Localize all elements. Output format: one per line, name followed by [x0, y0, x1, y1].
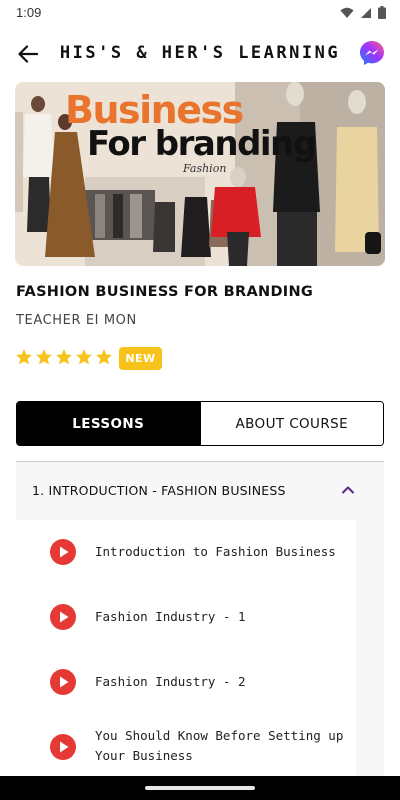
course-tabs: LESSONS ABOUT COURSE	[16, 401, 384, 446]
app-title: HIS'S & HER'S LEARNING	[59, 43, 341, 63]
tab-lessons[interactable]: LESSONS	[17, 402, 200, 445]
lesson-label: Introduction to Fashion Business	[95, 544, 336, 559]
course-banner: Business For branding Fashion	[15, 82, 385, 266]
lesson-item[interactable]: Fashion Industry - 1	[16, 587, 356, 647]
star-icon	[36, 349, 52, 365]
play-icon[interactable]	[50, 734, 76, 760]
star-icon	[16, 349, 32, 365]
banner-title-line2: For branding	[87, 124, 317, 164]
wifi-icon	[340, 7, 354, 18]
course-title: FASHION BUSINESS FOR BRANDING	[16, 284, 314, 300]
play-icon[interactable]	[50, 669, 76, 695]
signal-icon	[361, 7, 371, 18]
tab-about-course[interactable]: ABOUT COURSE	[199, 402, 383, 445]
play-icon[interactable]	[50, 539, 76, 565]
system-nav-bar	[0, 776, 400, 800]
banner-script: Fashion	[183, 162, 227, 175]
lesson-label: You Should Know Before Setting up Your B…	[95, 728, 344, 763]
messenger-button[interactable]	[358, 39, 386, 67]
star-rating	[15, 348, 113, 366]
lesson-item[interactable]: You Should Know Before Setting up Your B…	[16, 717, 356, 777]
play-icon[interactable]	[50, 604, 76, 630]
messenger-icon	[360, 41, 384, 65]
status-icons	[340, 6, 386, 19]
lesson-label: Fashion Industry - 1	[95, 609, 246, 624]
star-icon	[76, 349, 92, 365]
star-icon	[96, 349, 112, 365]
lesson-list: Introduction to Fashion Business Fashion…	[16, 520, 356, 782]
teacher-name: TEACHER EI MON	[16, 313, 137, 328]
new-badge: NEW	[119, 347, 162, 370]
section-header[interactable]: 1. INTRODUCTION - FASHION BUSINESS	[16, 462, 384, 520]
status-bar: 1:09	[0, 0, 400, 26]
section-title: 1. INTRODUCTION - FASHION BUSINESS	[32, 483, 286, 498]
status-time: 1:09	[16, 5, 42, 20]
home-gesture-pill[interactable]	[145, 786, 255, 790]
star-icon	[56, 349, 72, 365]
chevron-up-icon[interactable]	[340, 482, 356, 498]
lesson-label: Fashion Industry - 2	[95, 674, 246, 689]
lesson-item[interactable]: Fashion Industry - 2	[16, 652, 356, 712]
battery-icon	[378, 6, 386, 19]
app-bar: HIS'S & HER'S LEARNING	[0, 26, 400, 82]
lesson-item[interactable]: Introduction to Fashion Business	[16, 522, 356, 582]
